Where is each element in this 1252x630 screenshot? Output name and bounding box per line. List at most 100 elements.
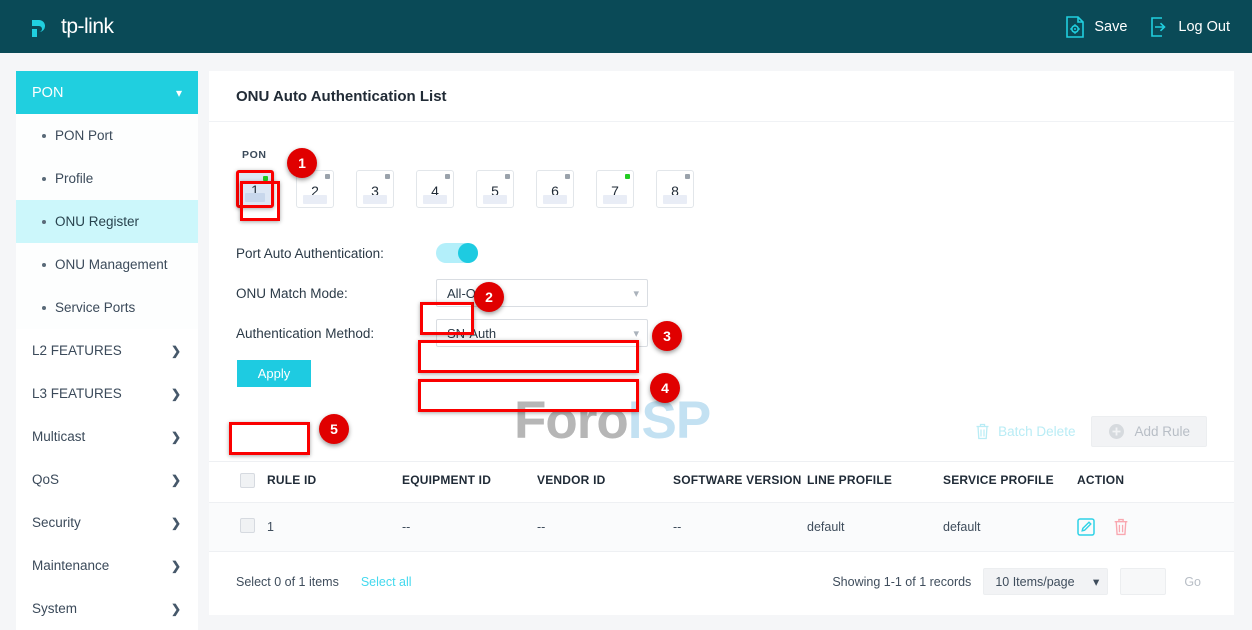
port-status-dot-icon — [385, 174, 390, 179]
page-layout: PON ▾ PON Port Profile ONU Register ONU … — [0, 53, 1252, 630]
port-base — [603, 195, 627, 204]
card-body: ForoISP PON 1 2 3 4 5 6 7 8 Port Auto Au… — [209, 122, 1234, 450]
authentication-method-select[interactable]: SN-Auth ▾ — [436, 319, 648, 347]
pon-port-8[interactable]: 8 — [656, 170, 694, 208]
sidebar-group-pon[interactable]: PON ▾ — [16, 71, 198, 114]
sidebar-item-onu-management[interactable]: ONU Management — [16, 243, 198, 286]
sidebar-item-label: Service Ports — [55, 300, 136, 315]
sidebar-item-label: L3 FEATURES — [32, 386, 122, 401]
delete-row-button[interactable] — [1113, 518, 1129, 536]
page-size-value: 10 Items/page — [995, 574, 1075, 589]
authentication-method-control: SN-Auth ▾ — [436, 319, 648, 347]
pon-port-1[interactable]: 1 — [236, 170, 274, 208]
logout-button[interactable]: Log Out — [1149, 16, 1230, 38]
chevron-right-icon: ❯ — [170, 343, 181, 358]
save-button[interactable]: Save — [1065, 15, 1128, 38]
table-header-row: RULE ID EQUIPMENT ID VENDOR ID SOFTWARE … — [209, 461, 1234, 503]
select-all-checkbox[interactable] — [240, 473, 255, 488]
port-status-dot-icon — [445, 174, 450, 179]
table-footer: Select 0 of 1 items Select all Showing 1… — [209, 552, 1234, 615]
column-header-software-version: SOFTWARE VERSION — [673, 461, 807, 503]
port-auto-authentication-toggle[interactable] — [436, 243, 478, 263]
pon-port-6[interactable]: 6 — [536, 170, 574, 208]
auto-authentication-form: Port Auto Authentication: ONU Match Mode… — [236, 234, 1207, 392]
cell-service-profile: default — [943, 502, 1077, 552]
port-base — [663, 195, 687, 204]
sidebar-item-multicast[interactable]: Multicast ❯ — [16, 415, 198, 458]
tp-link-logo[interactable]: tp-link — [28, 14, 114, 40]
logout-arrow-icon — [1151, 16, 1167, 37]
port-status-dot-icon — [565, 174, 570, 179]
main-content: ONU Auto Authentication List ForoISP PON… — [209, 71, 1234, 615]
sidebar-item-system[interactable]: System ❯ — [16, 587, 198, 630]
batch-delete-button[interactable]: Batch Delete — [975, 423, 1075, 440]
sidebar-item-l2-features[interactable]: L2 FEATURES ❯ — [16, 329, 198, 372]
chevron-down-icon: ▾ — [633, 287, 639, 300]
pon-port-5[interactable]: 5 — [476, 170, 514, 208]
sidebar-item-label: Profile — [55, 171, 94, 186]
port-base — [303, 195, 327, 204]
chevron-right-icon: ❯ — [170, 515, 181, 530]
sidebar-item-profile[interactable]: Profile — [16, 157, 198, 200]
bullet-icon — [42, 176, 46, 181]
sidebar-item-service-ports[interactable]: Service Ports — [16, 286, 198, 329]
port-auto-authentication-control — [436, 243, 478, 263]
sidebar-item-onu-register[interactable]: ONU Register — [16, 200, 198, 243]
logout-label: Log Out — [1178, 18, 1230, 35]
onu-match-mode-label: ONU Match Mode: — [236, 285, 348, 301]
sidebar-item-label: Multicast — [32, 429, 86, 444]
onu-match-mode-select[interactable]: All-ONU ▾ — [436, 279, 648, 307]
auto-authentication-rules-table: RULE ID EQUIPMENT ID VENDOR ID SOFTWARE … — [209, 461, 1234, 552]
sidebar-item-label: L2 FEATURES — [32, 343, 122, 358]
pon-port-3[interactable]: 3 — [356, 170, 394, 208]
chevron-right-icon: ❯ — [170, 472, 181, 487]
sidebar-item-pon-port[interactable]: PON Port — [16, 114, 198, 157]
edit-row-button[interactable] — [1077, 518, 1095, 536]
pon-port-7[interactable]: 7 — [596, 170, 634, 208]
sidebar-item-label: Security — [32, 515, 81, 530]
header-actions: Save Log Out — [1065, 15, 1230, 38]
sidebar-group-pon-label: PON — [32, 84, 64, 101]
top-header-bar: tp-link Save Log Out — [0, 0, 1252, 53]
cell-vendor-id: -- — [537, 502, 673, 552]
select-all-link[interactable]: Select all — [361, 575, 412, 589]
pon-port-4[interactable]: 4 — [416, 170, 454, 208]
save-gear-document-icon — [1066, 15, 1085, 38]
sidebar-item-l3-features[interactable]: L3 FEATURES ❯ — [16, 372, 198, 415]
chevron-right-icon: ❯ — [170, 429, 181, 444]
bullet-icon — [42, 262, 46, 267]
select-all-header — [209, 461, 267, 503]
row-checkbox[interactable] — [240, 518, 255, 533]
sidebar-item-security[interactable]: Security ❯ — [16, 501, 198, 544]
column-header-action: ACTION — [1077, 461, 1234, 503]
cell-software-version: -- — [673, 502, 807, 552]
go-button[interactable]: Go — [1178, 575, 1207, 589]
sidebar-navigation: PON ▾ PON Port Profile ONU Register ONU … — [16, 71, 198, 630]
form-row-onu-match-mode: ONU Match Mode: All-ONU ▾ — [236, 274, 1207, 312]
port-status-dot-icon — [263, 176, 268, 181]
apply-button[interactable]: Apply — [237, 359, 311, 387]
sidebar-item-label: ONU Register — [55, 214, 140, 229]
pon-port-2[interactable]: 2 — [296, 170, 334, 208]
column-header-line-profile: LINE PROFILE — [807, 461, 943, 503]
trash-icon — [1114, 518, 1128, 536]
edit-pencil-icon — [1077, 518, 1095, 536]
save-label: Save — [1094, 18, 1128, 35]
pon-port-selector: 1 2 3 4 5 6 7 8 — [236, 170, 1207, 208]
form-row-apply: Apply — [236, 354, 1207, 392]
chevron-down-icon: ▾ — [1093, 575, 1100, 589]
sidebar-item-qos[interactable]: QoS ❯ — [16, 458, 198, 501]
form-row-port-auto-authentication: Port Auto Authentication: — [236, 234, 1207, 272]
trash-icon — [976, 423, 989, 440]
row-select-cell — [209, 502, 267, 552]
row-action-icons — [1077, 518, 1234, 536]
add-rule-label: Add Rule — [1134, 424, 1190, 439]
page-size-select[interactable]: 10 Items/page ▾ — [983, 568, 1109, 595]
onu-auto-authentication-card: ONU Auto Authentication List ForoISP PON… — [209, 71, 1234, 615]
chevron-right-icon: ❯ — [170, 558, 181, 573]
page-title: ONU Auto Authentication List — [209, 71, 1234, 122]
page-number-input[interactable] — [1120, 568, 1167, 595]
port-auto-authentication-label: Port Auto Authentication: — [236, 245, 384, 261]
add-rule-button[interactable]: Add Rule — [1091, 416, 1207, 447]
sidebar-item-maintenance[interactable]: Maintenance ❯ — [16, 544, 198, 587]
